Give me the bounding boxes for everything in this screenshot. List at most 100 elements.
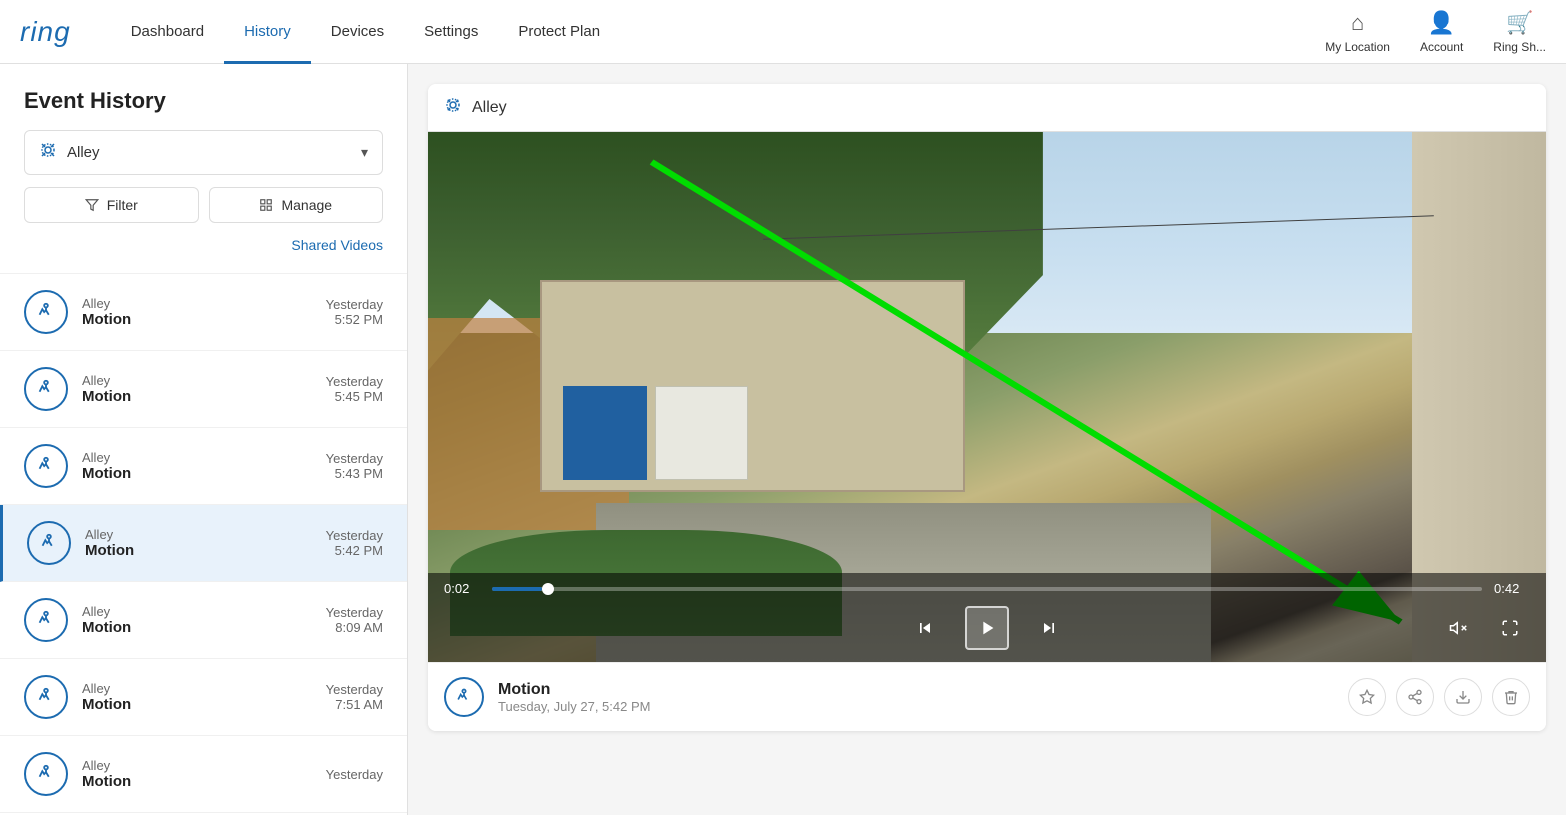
event-clock: 5:42 PM <box>326 543 383 558</box>
my-location-button[interactable]: ⌂ My Location <box>1325 10 1390 54</box>
event-item[interactable]: Alley Motion Yesterday 5:52 PM <box>0 274 407 351</box>
ring-share-button[interactable]: 🛒 Ring Sh... <box>1493 10 1546 54</box>
account-label: Account <box>1420 40 1463 54</box>
motion-event-icon <box>24 367 68 411</box>
video-camera-title: Alley <box>472 99 507 117</box>
scene-garage-door-blue <box>563 386 647 480</box>
ring-share-label: Ring Sh... <box>1493 40 1546 54</box>
nav-settings[interactable]: Settings <box>404 0 498 64</box>
event-clock: 5:45 PM <box>326 389 383 404</box>
skip-back-button[interactable] <box>905 608 945 648</box>
header-right: ⌂ My Location 👤 Account 🛒 Ring Sh... <box>1325 10 1546 54</box>
event-history-title: Event History <box>24 88 383 114</box>
camera-header-icon <box>444 96 462 119</box>
video-container: Alley <box>428 84 1546 731</box>
event-camera-name: Alley <box>82 373 326 388</box>
account-button[interactable]: 👤 Account <box>1420 10 1463 54</box>
event-type-label: Motion <box>82 619 326 636</box>
motion-event-icon <box>24 752 68 796</box>
manage-button[interactable]: Manage <box>209 187 384 223</box>
motion-event-icon <box>24 444 68 488</box>
sidebar: Event History Alley ▾ <box>0 64 408 815</box>
fullscreen-button[interactable] <box>1490 608 1530 648</box>
motion-event-icon <box>27 521 71 565</box>
progress-row: 0:02 0:42 <box>444 581 1530 596</box>
progress-track[interactable] <box>492 587 1482 591</box>
video-event-type: Motion <box>498 681 1348 699</box>
event-item-selected[interactable]: Alley Motion Yesterday 5:42 PM <box>0 505 407 582</box>
video-info-motion-icon <box>444 677 484 717</box>
event-type-label: Motion <box>82 773 326 790</box>
event-type-label: Motion <box>82 696 326 713</box>
my-location-label: My Location <box>1325 40 1390 54</box>
total-time-label: 0:42 <box>1494 581 1530 596</box>
event-type-label: Motion <box>82 311 326 328</box>
nav-protect-plan[interactable]: Protect Plan <box>498 0 620 64</box>
event-date: Yesterday <box>326 682 383 697</box>
event-date: Yesterday <box>326 297 383 312</box>
video-info-bar: Motion Tuesday, July 27, 5:42 PM <box>428 662 1546 731</box>
main-nav: Dashboard History Devices Settings Prote… <box>111 0 1326 64</box>
main-content: Alley <box>408 64 1566 815</box>
event-item[interactable]: Alley Motion Yesterday <box>0 736 407 813</box>
device-selector-label: Alley <box>67 144 100 161</box>
play-pause-button[interactable] <box>965 606 1009 650</box>
sidebar-header: Event History Alley ▾ <box>0 64 407 274</box>
event-camera-name: Alley <box>82 604 326 619</box>
delete-button[interactable] <box>1492 678 1530 716</box>
event-item[interactable]: Alley Motion Yesterday 7:51 AM <box>0 659 407 736</box>
event-item[interactable]: Alley Motion Yesterday 5:45 PM <box>0 351 407 428</box>
home-icon: ⌂ <box>1351 10 1364 36</box>
event-list: Alley Motion Yesterday 5:52 PM Alley Mot… <box>0 274 407 813</box>
event-date: Yesterday <box>326 767 383 782</box>
motion-event-icon <box>24 598 68 642</box>
event-item[interactable]: Alley Motion Yesterday 8:09 AM <box>0 582 407 659</box>
event-clock: 5:52 PM <box>326 312 383 327</box>
ringshare-icon: 🛒 <box>1506 10 1533 36</box>
scene-garage-door-white <box>655 386 748 480</box>
event-type-label: Motion <box>85 542 326 559</box>
mute-button[interactable] <box>1438 608 1478 648</box>
video-frame: 0:02 0:42 <box>428 132 1546 662</box>
camera-icon <box>39 141 57 164</box>
filter-manage-row: Filter Manage <box>24 187 383 223</box>
event-date: Yesterday <box>326 605 383 620</box>
event-camera-name: Alley <box>82 681 326 696</box>
event-type-label: Motion <box>82 465 326 482</box>
event-camera-name: Alley <box>82 758 326 773</box>
progress-fill <box>492 587 542 591</box>
progress-thumb <box>542 583 554 595</box>
nav-history[interactable]: History <box>224 0 311 64</box>
event-clock: 7:51 AM <box>326 697 383 712</box>
video-event-datetime: Tuesday, July 27, 5:42 PM <box>498 699 1348 714</box>
event-clock: 5:43 PM <box>326 466 383 481</box>
nav-devices[interactable]: Devices <box>311 0 404 64</box>
event-date: Yesterday <box>326 374 383 389</box>
device-dropdown[interactable]: Alley ▾ <box>24 130 383 175</box>
event-camera-name: Alley <box>82 296 326 311</box>
filter-button[interactable]: Filter <box>24 187 199 223</box>
event-date: Yesterday <box>326 451 383 466</box>
nav-dashboard[interactable]: Dashboard <box>111 0 224 64</box>
video-header: Alley <box>428 84 1546 132</box>
share-button[interactable] <box>1396 678 1434 716</box>
chevron-down-icon: ▾ <box>361 144 368 161</box>
event-item[interactable]: Alley Motion Yesterday 5:43 PM <box>0 428 407 505</box>
motion-event-icon <box>24 675 68 719</box>
manage-icon <box>259 198 273 212</box>
download-button[interactable] <box>1444 678 1482 716</box>
video-controls-bar: 0:02 0:42 <box>428 573 1546 662</box>
video-actions <box>1348 678 1530 716</box>
event-clock: 8:09 AM <box>326 620 383 635</box>
event-date: Yesterday <box>326 528 383 543</box>
star-button[interactable] <box>1348 678 1386 716</box>
header: ring Dashboard History Devices Settings … <box>0 0 1566 64</box>
skip-forward-button[interactable] <box>1029 608 1069 648</box>
shared-videos-link[interactable]: Shared Videos <box>24 233 383 257</box>
scene-garage <box>540 280 965 492</box>
filter-icon <box>85 198 99 212</box>
ring-logo: ring <box>20 16 71 48</box>
motion-event-icon <box>24 290 68 334</box>
event-camera-name: Alley <box>82 450 326 465</box>
main-layout: Event History Alley ▾ <box>0 64 1566 815</box>
